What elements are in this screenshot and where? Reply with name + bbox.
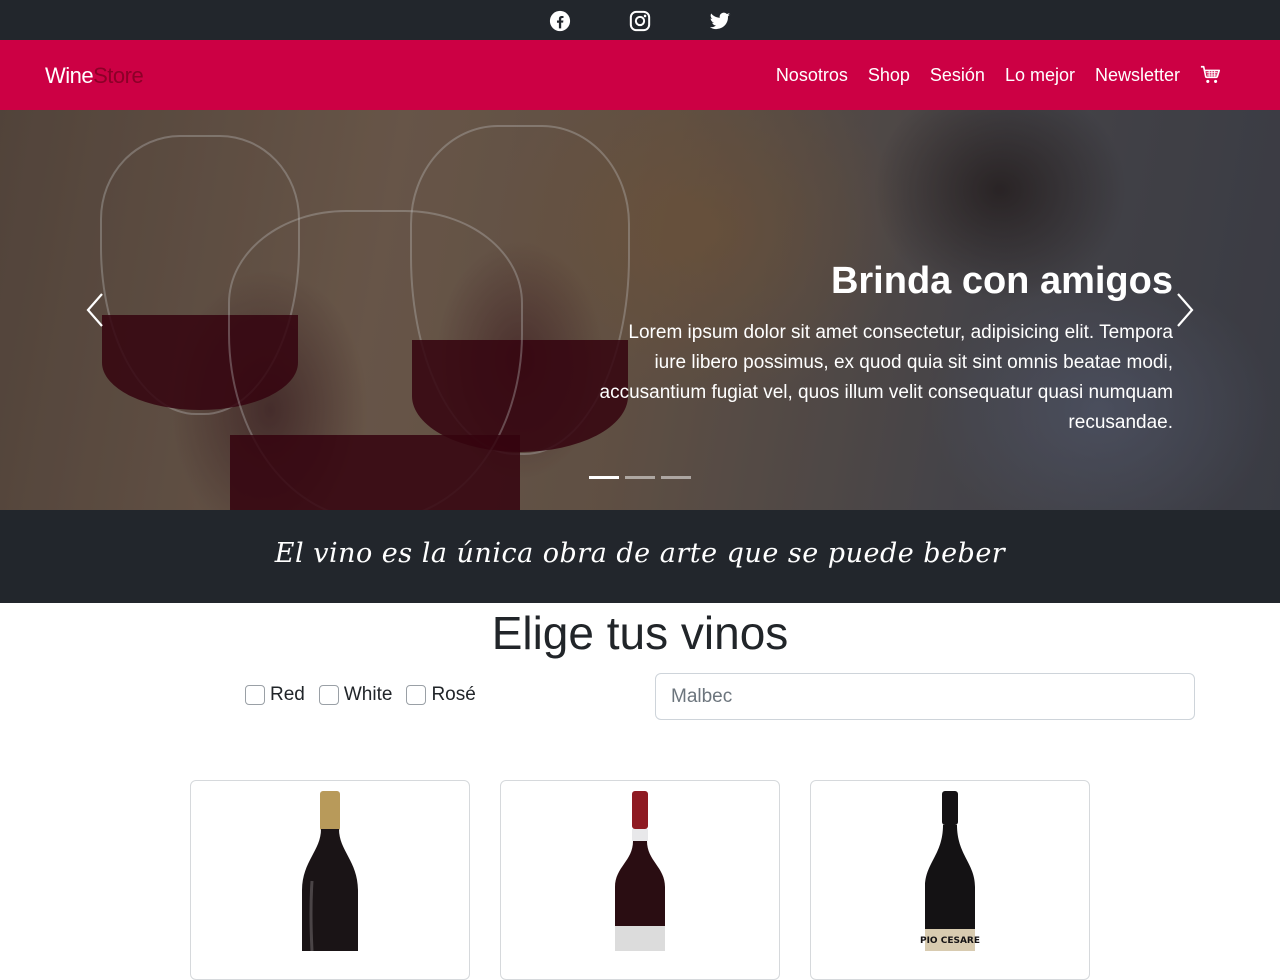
nav-link-lo-mejor[interactable]: Lo mejor	[1005, 65, 1075, 86]
hero-title: Brinda con amigos	[830, 260, 1173, 302]
carousel-prev-button[interactable]	[82, 290, 112, 330]
product-card[interactable]	[500, 780, 780, 980]
twitter-icon[interactable]	[709, 10, 731, 32]
hero-text: Lorem ipsum dolor sit amet consectetur, …	[599, 322, 1173, 433]
filter-rose-label: Rosé	[431, 684, 476, 705]
wine-type-filters: Red White Rosé	[245, 684, 490, 706]
nav-link-newsletter[interactable]: Newsletter	[1095, 65, 1180, 86]
brand-wine: Wine	[45, 63, 94, 88]
filter-red-label: Red	[270, 684, 305, 705]
filter-rose[interactable]: Rosé	[406, 684, 476, 706]
nav-links: Nosotros Shop Sesión Lo mejor Newsletter	[756, 64, 1222, 86]
brand-logo[interactable]: WineStore	[45, 63, 144, 89]
quote-text: El vino es la única obra de arte que se …	[274, 538, 1006, 569]
section-title: Elige tus vinos	[491, 607, 789, 659]
main-navbar: WineStore Nosotros Shop Sesión Lo mejor …	[0, 40, 1280, 110]
brand-store: Store	[93, 63, 144, 88]
wine-bottle-image: PIO CESARE	[920, 791, 980, 951]
wine-bottle-image	[302, 791, 358, 951]
quote-band: El vino es la única obra de arte que se …	[0, 510, 1280, 603]
checkbox-white[interactable]	[318, 685, 339, 705]
product-card[interactable]: PIO CESARE	[810, 780, 1090, 980]
checkbox-rose[interactable]	[406, 685, 427, 705]
filter-white-label: White	[343, 684, 393, 705]
hero-carousel: Brinda con amigos Lorem ipsum dolor sit …	[0, 110, 1280, 510]
carousel-indicator-2[interactable]	[625, 476, 655, 479]
carousel-indicator-3[interactable]	[661, 476, 691, 479]
instagram-icon[interactable]	[629, 10, 651, 32]
product-card[interactable]	[190, 780, 470, 980]
carousel-indicators	[589, 476, 697, 479]
shopping-cart-icon[interactable]	[1200, 64, 1222, 86]
wine-search-input[interactable]	[655, 673, 1195, 720]
nav-link-sesion[interactable]: Sesión	[930, 65, 985, 86]
nav-link-shop[interactable]: Shop	[868, 65, 910, 86]
nav-link-nosotros[interactable]: Nosotros	[776, 65, 848, 86]
checkbox-red[interactable]	[245, 685, 265, 705]
social-topbar	[0, 0, 1280, 40]
facebook-icon[interactable]	[549, 10, 571, 32]
filter-white[interactable]: White	[318, 684, 393, 706]
chevron-left-icon	[86, 293, 103, 327]
carousel-indicator-1[interactable]	[589, 476, 619, 479]
wine-bottle-image	[615, 791, 665, 951]
filter-red[interactable]: Red	[245, 684, 305, 706]
